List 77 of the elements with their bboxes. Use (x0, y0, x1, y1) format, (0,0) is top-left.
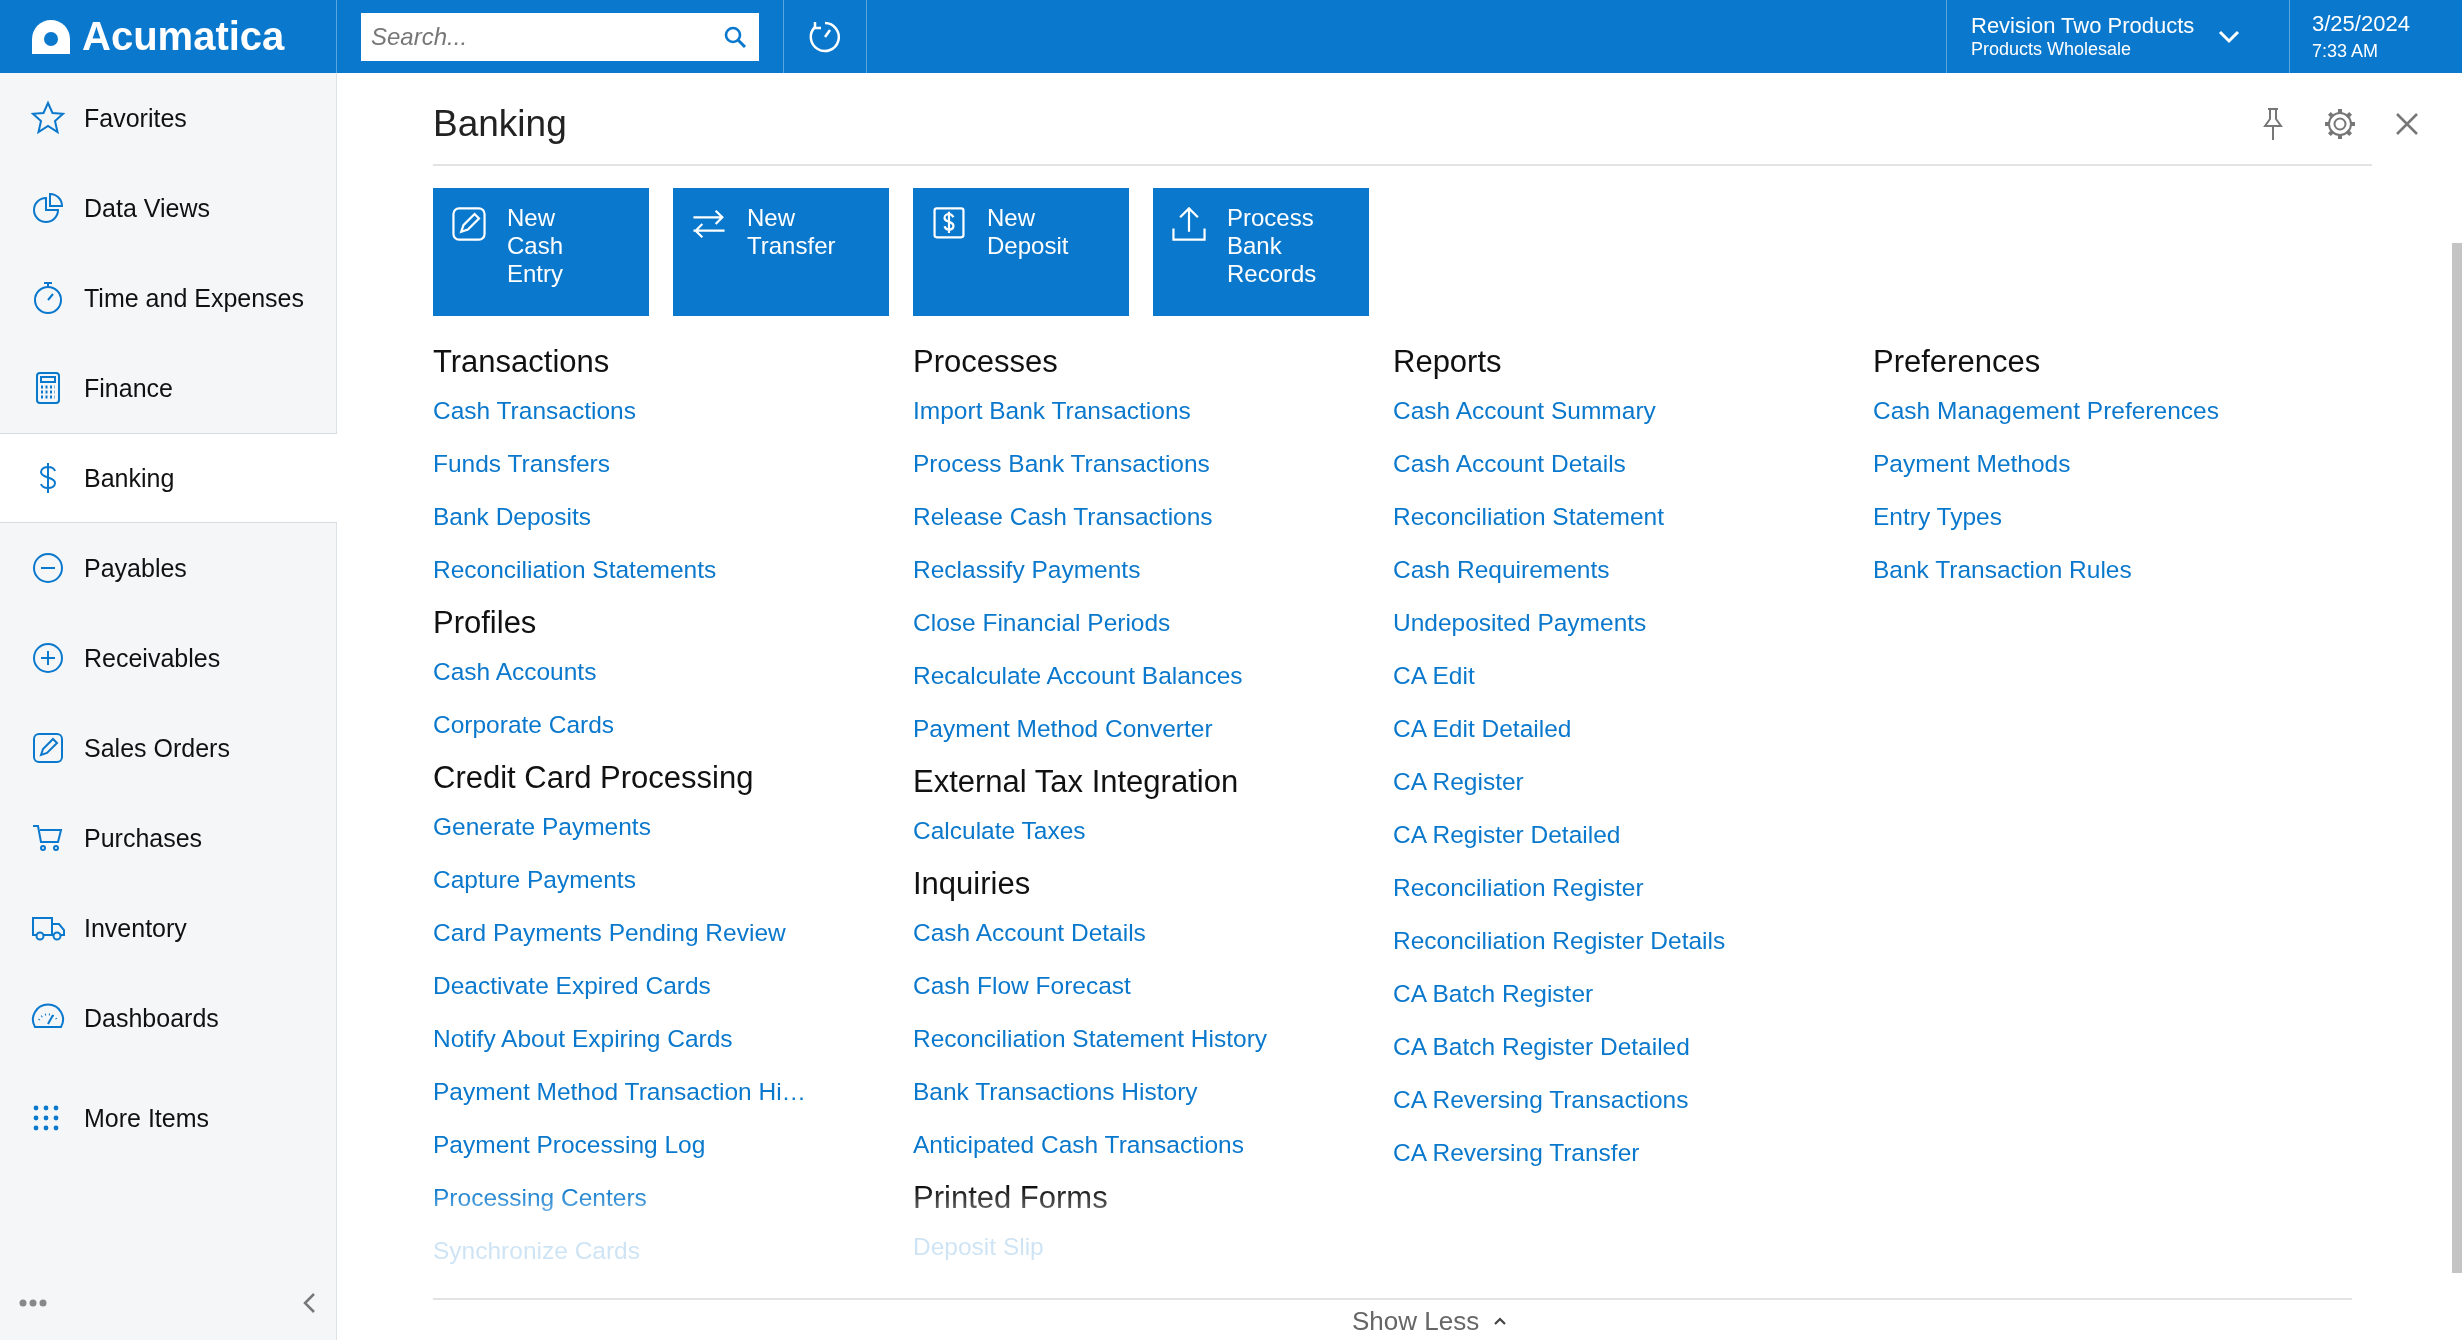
menu-link[interactable]: Reconciliation Statements (433, 555, 717, 585)
menu-link[interactable]: Release Cash Transactions (913, 502, 1213, 532)
menu-link[interactable]: Cash Account Details (1393, 449, 1626, 479)
menu-link[interactable]: Bank Transactions History (913, 1077, 1198, 1107)
menu-link[interactable]: Import Bank Transactions (913, 396, 1191, 426)
app-logo: Acumatica (82, 14, 285, 59)
sidebar-item[interactable]: Data Views (0, 163, 336, 253)
menu-link[interactable]: Recalculate Account Balances (913, 661, 1243, 691)
sidebar-item[interactable]: Favorites (0, 73, 336, 163)
action-tile[interactable]: Process Bank Records (1153, 188, 1369, 316)
menu-link[interactable]: Capture Payments (433, 865, 636, 895)
menu-link[interactable]: Cash Requirements (1393, 555, 1610, 585)
section-heading: Inquiries (913, 865, 1032, 903)
menu-link[interactable]: Cash Account Details (913, 918, 1146, 948)
menu-link[interactable]: Cash Management Preferences (1873, 396, 2219, 426)
section-heading: Transactions (433, 343, 611, 381)
menu-link[interactable]: CA Reversing Transactions (1393, 1085, 1689, 1115)
menu-link[interactable]: Reclassify Payments (913, 555, 1141, 585)
section-heading: Reports (1393, 343, 1503, 381)
sidebar-item[interactable]: Banking (0, 433, 337, 523)
action-tile[interactable]: New Transfer (673, 188, 889, 316)
menu-link[interactable]: Reconciliation Statement History (913, 1024, 1268, 1054)
menu-link[interactable]: Close Financial Periods (913, 608, 1171, 638)
menu-link[interactable]: Undeposited Payments (1393, 608, 1647, 638)
menu-link[interactable]: Bank Deposits (433, 502, 591, 532)
menu-link[interactable]: Deactivate Expired Cards (433, 971, 711, 1001)
action-tile[interactable]: New Deposit (913, 188, 1129, 316)
menu-link[interactable]: Calculate Taxes (913, 816, 1086, 846)
sidebar-item[interactable]: Purchases (0, 793, 336, 883)
menu-link[interactable]: Funds Transfers (433, 449, 610, 479)
section-heading: Profiles (433, 604, 538, 642)
menu-link[interactable]: Anticipated Cash Transactions (913, 1130, 1244, 1160)
sidebar-item[interactable]: Time and Expenses (0, 253, 336, 343)
section-heading: Printed Forms (913, 1179, 1109, 1217)
section-heading: Credit Card Processing (433, 759, 755, 797)
menu-link[interactable]: CA Register (1393, 767, 1524, 797)
sidebar-item[interactable]: Dashboards (0, 973, 336, 1063)
section-heading: External Tax Integration (913, 763, 1240, 801)
show-less-button[interactable]: Show Less (1352, 1304, 1508, 1338)
company-selector[interactable]: Revision Two Products Products Wholesale (1946, 0, 2289, 73)
search-field[interactable]: Search... (361, 12, 759, 61)
menu-link[interactable]: Process Bank Transactions (913, 449, 1210, 479)
menu-link[interactable]: Cash Transactions (433, 396, 636, 426)
sidebar-item[interactable]: Payables (0, 523, 336, 613)
menu-link[interactable]: Reconciliation Statement (1393, 502, 1664, 532)
menu-link[interactable]: Card Payments Pending Review (433, 918, 786, 948)
menu-link[interactable]: Notify About Expiring Cards (433, 1024, 733, 1054)
sidebar-item[interactable]: Receivables (0, 613, 336, 703)
sidebar-item[interactable]: Finance (0, 343, 336, 433)
menu-link[interactable]: CA Edit Detailed (1393, 714, 1572, 744)
menu-link[interactable]: Payment Method Transaction Hi… (433, 1077, 807, 1107)
menu-link[interactable]: Reconciliation Register (1393, 873, 1644, 903)
menu-link[interactable]: CA Reversing Transfer (1393, 1138, 1640, 1168)
page-title: Banking (433, 102, 568, 145)
menu-link[interactable]: Bank Transaction Rules (1873, 555, 2132, 585)
menu-link[interactable]: Cash Accounts (433, 657, 597, 687)
menu-link[interactable]: CA Edit (1393, 661, 1475, 691)
menu-link[interactable]: Processing Centers (433, 1183, 647, 1213)
menu-link[interactable]: Reconciliation Register Details (1393, 926, 1726, 956)
menu-link[interactable]: Cash Flow Forecast (913, 971, 1131, 1001)
section-heading: Processes (913, 343, 1059, 381)
menu-link[interactable]: Payment Processing Log (433, 1130, 706, 1160)
menu-link[interactable]: CA Batch Register Detailed (1393, 1032, 1690, 1062)
menu-link[interactable]: Generate Payments (433, 812, 651, 842)
menu-link[interactable]: Corporate Cards (433, 710, 615, 740)
date-time-selector[interactable]: 3/25/2024 7:33 AM (2289, 0, 2462, 73)
section-heading: Preferences (1873, 343, 2042, 381)
menu-link[interactable]: Payment Methods (1873, 449, 2071, 479)
menu-link[interactable]: Cash Account Summary (1393, 396, 1656, 426)
action-tile[interactable]: New Cash Entry (433, 188, 649, 316)
sidebar-item[interactable]: More Items (0, 1073, 336, 1163)
sidebar-item[interactable]: Inventory (0, 883, 336, 973)
menu-link[interactable]: Entry Types (1873, 502, 2002, 532)
menu-link[interactable]: Payment Method Converter (913, 714, 1213, 744)
menu-link[interactable]: CA Register Detailed (1393, 820, 1621, 850)
menu-link[interactable]: CA Batch Register (1393, 979, 1594, 1009)
sidebar-item[interactable]: Sales Orders (0, 703, 336, 793)
